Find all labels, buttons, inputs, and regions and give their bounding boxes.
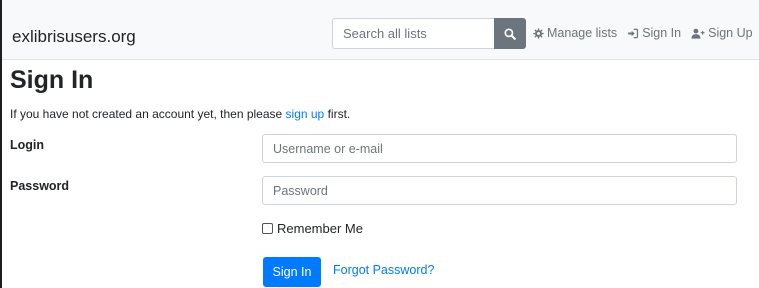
sign-up-inline-link[interactable]: sign up: [286, 107, 325, 121]
password-input[interactable]: [262, 176, 737, 205]
remember-me-checkbox[interactable]: [262, 223, 273, 234]
manage-lists-label: Manage lists: [547, 26, 618, 40]
sign-in-icon: [628, 28, 639, 38]
manage-lists-link[interactable]: Manage lists: [533, 26, 617, 40]
sign-up-link[interactable]: Sign Up: [691, 26, 753, 40]
sign-in-link[interactable]: Sign In: [627, 26, 681, 40]
login-input[interactable]: [262, 134, 737, 163]
search-button[interactable]: [494, 18, 526, 49]
intro-text-after: first.: [324, 107, 351, 121]
search-icon: [504, 27, 516, 40]
remember-me[interactable]: Remember Me: [262, 221, 363, 236]
remember-me-label: Remember Me: [277, 221, 363, 236]
intro-text: If you have not created an account yet, …: [10, 107, 350, 121]
sign-in-button[interactable]: Sign In: [263, 257, 321, 287]
login-label: Login: [10, 138, 45, 152]
sign-up-label: Sign Up: [708, 26, 753, 40]
page-title: Sign In: [10, 66, 94, 94]
brand-link[interactable]: exlibrisusers.org: [12, 27, 136, 47]
gear-icon: [533, 27, 544, 39]
user-plus-icon: [691, 28, 705, 39]
search-form: [332, 18, 526, 49]
search-input[interactable]: [332, 18, 494, 49]
nav-links: Manage lists Sign In Sign Up: [533, 26, 759, 40]
top-navbar: exlibrisusers.org Manage lists: [2, 0, 759, 60]
intro-text-before: If you have not created an account yet, …: [10, 107, 286, 121]
forgot-password-link[interactable]: Forgot Password?: [333, 263, 434, 277]
sign-in-label: Sign In: [642, 26, 682, 40]
password-label: Password: [10, 179, 70, 193]
